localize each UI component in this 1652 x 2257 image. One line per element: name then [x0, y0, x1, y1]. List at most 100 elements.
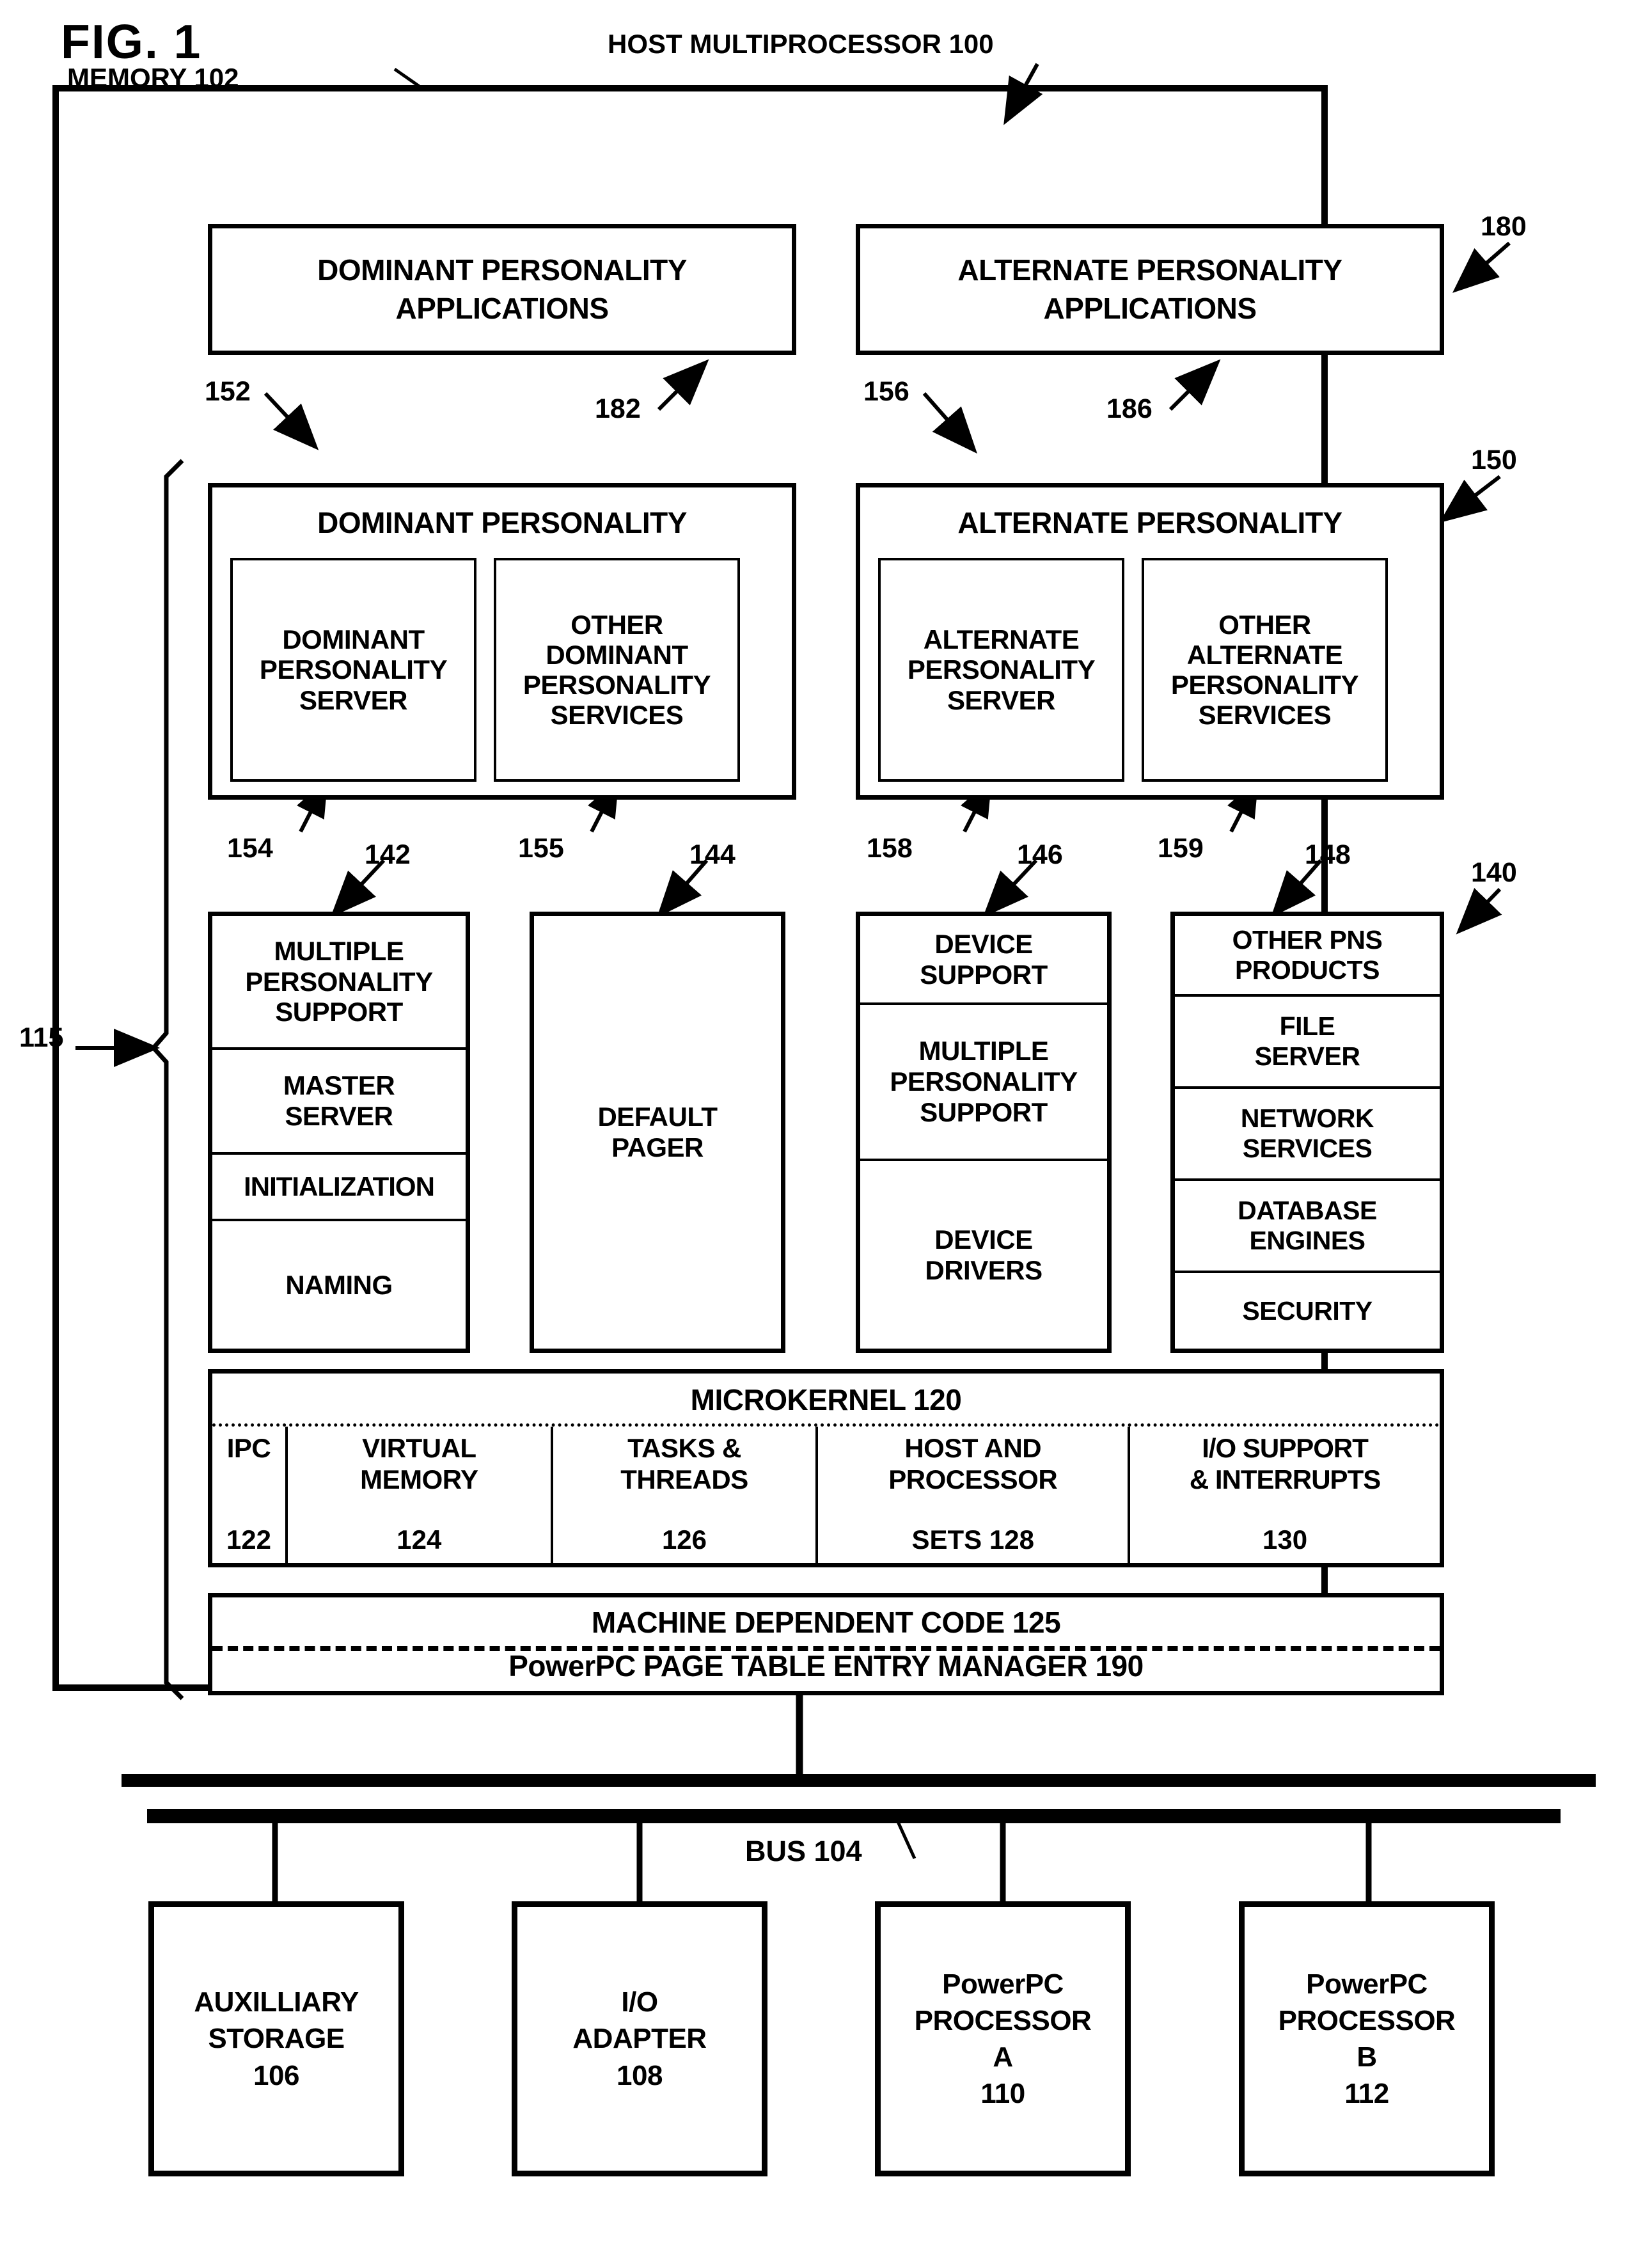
text-line: MULTIPLE	[918, 1036, 1049, 1066]
cell-default-pager: DEFAULT PAGER	[597, 1102, 718, 1163]
text-line: B	[1357, 2041, 1377, 2073]
microkernel-box: MICROKERNEL 120 IPC 122 VIRTUAL MEMORY 1…	[208, 1369, 1444, 1567]
microkernel-col-io-support-interrupts: I/O SUPPORT & INTERRUPTS 130	[1128, 1427, 1440, 1563]
text-line: DEVICE	[934, 928, 1033, 959]
cell-network-services: NETWORK SERVICES	[1175, 1089, 1440, 1181]
text-line: OTHER	[570, 609, 663, 640]
cell-multiple-personality-support-2: MULTIPLE PERSONALITY SUPPORT	[860, 1005, 1107, 1161]
text-line: VIRTUAL	[362, 1433, 476, 1463]
text-line: DEFAULT	[597, 1102, 718, 1132]
microkernel-col-tasks-threads: TASKS & THREADS 126	[550, 1427, 816, 1563]
text-line: SUPPORT	[920, 1097, 1048, 1127]
ref-155: 155	[518, 833, 564, 864]
ref-186: 186	[1106, 393, 1152, 424]
ref-159: 159	[1158, 833, 1204, 864]
text-line: MULTIPLE	[274, 935, 404, 966]
text-line: DEVICE	[934, 1224, 1033, 1255]
alternate-personality-applications-box: ALTERNATE PERSONALITY APPLICATIONS	[856, 224, 1444, 355]
text-line: SERVICES	[1242, 1134, 1373, 1163]
text-line: THREADS	[620, 1464, 748, 1494]
text-line: PROCESSOR	[914, 2004, 1092, 2036]
text-line: SERVER	[285, 1101, 393, 1131]
cell-device-support: DEVICE SUPPORT	[860, 916, 1107, 1005]
text-line: IPC	[226, 1433, 271, 1463]
bus-bar	[147, 1809, 1561, 1823]
text-line: ADAPTER	[572, 2023, 707, 2055]
text-line: PowerPC	[942, 1968, 1064, 2000]
pns-column-146: DEVICE SUPPORT MULTIPLE PERSONALITY SUPP…	[856, 912, 1112, 1353]
host-multiprocessor-title: HOST MULTIPROCESSOR 100	[608, 29, 994, 59]
alternate-personality-server-box: ALTERNATE PERSONALITY SERVER	[878, 558, 1124, 782]
text-line: MASTER	[283, 1070, 395, 1101]
cell-naming: NAMING	[212, 1221, 466, 1349]
cell-multiple-personality-support: MULTIPLE PERSONALITY SUPPORT	[212, 916, 466, 1050]
ref-150: 150	[1471, 445, 1517, 475]
hardware-ref-number: 112	[1344, 2078, 1389, 2110]
cell-master-server: MASTER SERVER	[212, 1050, 466, 1155]
hardware-ref-number: 108	[617, 2059, 663, 2091]
text-line: DOMINANT	[546, 639, 688, 670]
text-line: SUPPORT	[920, 959, 1048, 990]
alternate-personality-box: ALTERNATE PERSONALITY ALTERNATE PERSONAL…	[856, 483, 1444, 800]
ref-182: 182	[595, 393, 641, 424]
dominant-personality-applications-box: DOMINANT PERSONALITY APPLICATIONS	[208, 224, 796, 355]
text-line: I/O SUPPORT	[1202, 1433, 1369, 1463]
powerpc-processor-a-box: PowerPC PROCESSOR A 110	[875, 1901, 1131, 2176]
ref-146: 146	[1017, 839, 1063, 870]
text-line: DOMINANT	[282, 624, 425, 655]
machine-dependent-code-label: MACHINE DEPENDENT CODE 125	[591, 1606, 1061, 1639]
text-line: ENGINES	[1249, 1226, 1365, 1255]
microkernel-num: 122	[226, 1524, 272, 1555]
text-line: PERSONALITY	[907, 654, 1096, 685]
dominant-personality-server-box: DOMINANT PERSONALITY SERVER	[230, 558, 476, 782]
text-line: & INTERRUPTS	[1189, 1464, 1381, 1494]
ref-115: 115	[19, 1022, 64, 1053]
powerpc-processor-b-box: PowerPC PROCESSOR B 112	[1239, 1901, 1495, 2176]
text-line: PowerPC	[1306, 1968, 1428, 2000]
other-dominant-personality-services-box: OTHER DOMINANT PERSONALITY SERVICES	[494, 558, 740, 782]
ref-154: 154	[227, 833, 273, 864]
text-line: PERSONALITY	[890, 1066, 1078, 1097]
ref-180: 180	[1481, 211, 1527, 242]
text-line: PRODUCTS	[1234, 955, 1380, 985]
text-line: I/O	[621, 1986, 658, 2018]
text-line: SERVER	[947, 685, 1055, 715]
cell-device-drivers: DEVICE DRIVERS	[860, 1161, 1107, 1349]
text-line: SERVICES	[1198, 700, 1332, 731]
hardware-ref-number: 110	[980, 2078, 1025, 2110]
microkernel-col-host-processor-sets: HOST AND PROCESSOR SETS 128	[815, 1427, 1128, 1563]
text-line: INITIALIZATION	[244, 1171, 435, 1201]
text-line: NAMING	[285, 1269, 393, 1300]
ref-158: 158	[867, 833, 913, 864]
microkernel-num: SETS 128	[911, 1524, 1034, 1555]
microkernel-col-virtual-memory: VIRTUAL MEMORY 124	[285, 1427, 551, 1563]
ref-144: 144	[689, 839, 736, 870]
text-line: ALTERNATE	[923, 624, 1080, 655]
dominant-apps-line2: APPLICATIONS	[395, 291, 609, 325]
text-line: SECURITY	[1242, 1295, 1373, 1326]
text-line: NETWORK	[1240, 1104, 1374, 1134]
dominant-personality-title: DOMINANT PERSONALITY	[317, 506, 687, 539]
text-line: AUXILLIARY	[194, 1986, 359, 2018]
dominant-apps-line1: DOMINANT PERSONALITY	[317, 253, 687, 287]
text-line: SUPPORT	[275, 997, 403, 1027]
auxilliary-storage-box: AUXILLIARY STORAGE 106	[148, 1901, 404, 2176]
text-line: PERSONALITY	[523, 670, 711, 700]
ref-156: 156	[863, 376, 909, 407]
text-line: SERVICES	[550, 700, 684, 731]
alternate-apps-line1: ALTERNATE PERSONALITY	[957, 253, 1342, 287]
text-line: MEMORY	[360, 1464, 478, 1494]
microkernel-num: 130	[1263, 1524, 1308, 1555]
text-line: OTHER PNS	[1232, 925, 1383, 955]
microkernel-num: 124	[397, 1524, 442, 1555]
text-line: PERSONALITY	[1170, 670, 1359, 700]
machine-dependent-code-box: MACHINE DEPENDENT CODE 125 PowerPC PAGE …	[208, 1593, 1444, 1695]
ref-140: 140	[1471, 857, 1517, 888]
text-line: PROCESSOR	[1278, 2004, 1456, 2036]
cell-other-pns-products: OTHER PNS PRODUCTS	[1175, 916, 1440, 997]
text-line: PAGER	[611, 1132, 704, 1162]
bus-label: BUS 104	[745, 1835, 862, 1867]
text-line: TASKS &	[627, 1433, 741, 1463]
text-line: DATABASE	[1238, 1196, 1377, 1226]
hardware-ref-number: 106	[253, 2059, 299, 2091]
